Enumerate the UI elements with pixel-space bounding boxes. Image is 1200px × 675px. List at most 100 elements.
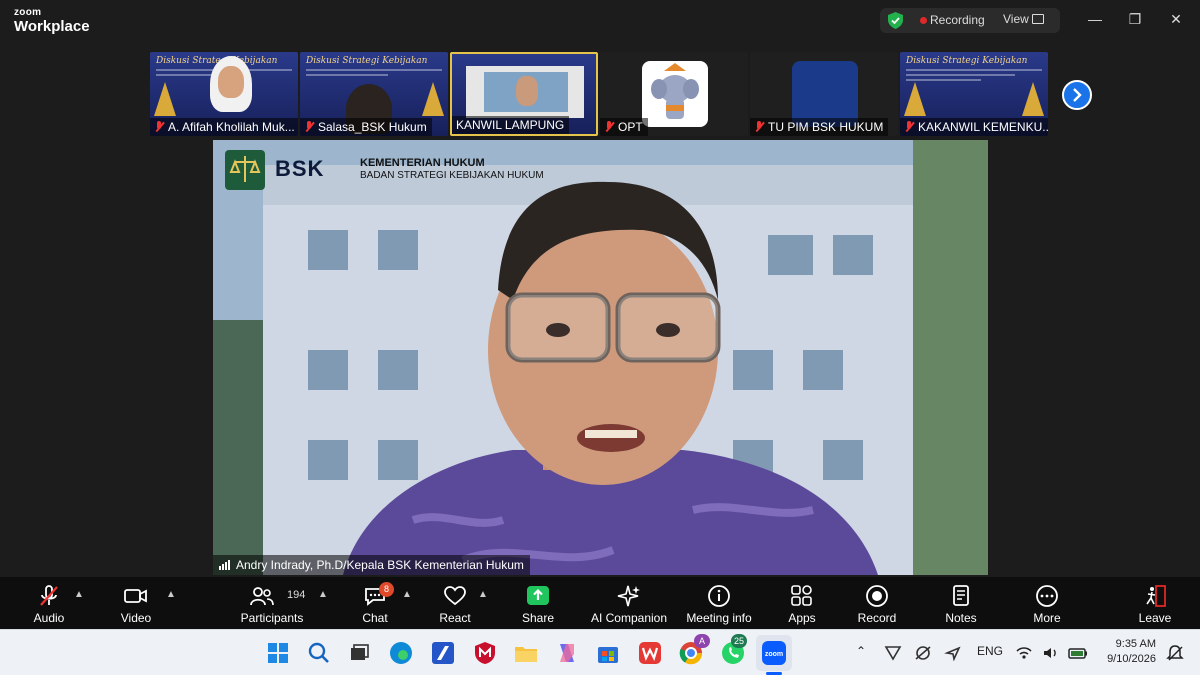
minimize-icon[interactable]: —: [1083, 9, 1107, 29]
windows-start-icon[interactable]: [265, 640, 291, 666]
audio-options-caret-icon[interactable]: ▲: [74, 589, 84, 600]
more-label: More: [1033, 611, 1061, 625]
notes-button[interactable]: Notes: [936, 577, 986, 629]
close-icon[interactable]: ✕: [1164, 9, 1188, 29]
editor-app-icon[interactable]: [430, 640, 456, 666]
shield-check-icon[interactable]: [888, 12, 903, 29]
participant-tile[interactable]: TU PIM BSK HUKUM: [750, 52, 898, 136]
whatsapp-unread-badge: 25: [731, 634, 747, 648]
participant-tile-active[interactable]: KANWIL LAMPUNG: [450, 52, 598, 136]
recording-status[interactable]: Recording: [930, 13, 985, 27]
signal-strength-icon: [219, 560, 230, 570]
title-bar: zoom Workplace Recording View — ❐ ✕: [0, 0, 1200, 42]
preview-face: [516, 76, 538, 106]
mic-muted-icon: [304, 121, 314, 133]
speaker-nameplate: Andry Indrady, Ph.D/Kepala BSK Kementeri…: [213, 555, 530, 575]
participant-tile[interactable]: Diskusi Strategi Kebijakan A. Afifah Kho…: [150, 52, 298, 136]
participants-options-caret-icon[interactable]: ▲: [318, 589, 328, 600]
mic-muted-icon: [40, 585, 58, 606]
more-icon: [1036, 585, 1058, 607]
participant-name-text: OPT: [618, 120, 643, 134]
speaker-name: Andry Indrady, Ph.D/Kepala BSK Kementeri…: [236, 558, 524, 572]
speaker-video-frame: [213, 140, 988, 575]
notifications-icon[interactable]: [1166, 644, 1184, 662]
more-button[interactable]: More: [1022, 577, 1072, 629]
participant-tile[interactable]: Diskusi Strategi Kebijakan Salasa_BSK Hu…: [300, 52, 448, 136]
ai-companion-button[interactable]: AI Companion: [586, 577, 672, 629]
participants-count: 194: [287, 589, 306, 601]
copilot-icon[interactable]: [554, 640, 580, 666]
participant-name: KAKANWIL KEMENKU...: [900, 118, 1048, 136]
apps-button[interactable]: Apps: [778, 577, 826, 629]
network-disconnected-icon[interactable]: [914, 645, 932, 661]
participants-label: Participants: [240, 611, 304, 625]
task-view-icon[interactable]: [346, 640, 372, 666]
shared-screen-preview: [466, 66, 584, 118]
restore-icon[interactable]: ❐: [1123, 9, 1147, 29]
react-label: React: [439, 611, 471, 625]
leave-button[interactable]: Leave: [1130, 577, 1180, 629]
react-button[interactable]: React: [430, 577, 480, 629]
participant-name-text: Salasa_BSK Hukum: [318, 120, 427, 134]
mcafee-shield-icon[interactable]: [472, 640, 498, 666]
participant-avatar: [642, 61, 708, 127]
active-speaker-video[interactable]: BSK KEMENTERIAN HUKUM BADAN STRATEGI KEB…: [213, 140, 988, 575]
mic-muted-icon: [604, 121, 614, 133]
participant-name-text: A. Afifah Kholilah Muk...: [168, 120, 295, 134]
participant-name-text: TU PIM BSK HUKUM: [768, 120, 884, 134]
participant-tile[interactable]: OPT: [600, 52, 748, 136]
file-explorer-icon[interactable]: [513, 640, 539, 666]
ministry-emblem: [225, 150, 265, 190]
sparkle-icon: [617, 585, 640, 607]
chat-label: Chat: [362, 611, 388, 625]
react-options-caret-icon[interactable]: ▲: [478, 589, 488, 600]
record-label: Record: [857, 611, 897, 625]
volume-icon[interactable]: [1042, 645, 1060, 661]
chat-options-caret-icon[interactable]: ▲: [402, 589, 412, 600]
wifi-icon[interactable]: [1015, 645, 1033, 661]
info-icon: [708, 585, 730, 607]
zoom-app-icon[interactable]: zoom: [761, 640, 787, 666]
video-button[interactable]: Video: [106, 577, 166, 629]
recording-dot-icon: [920, 17, 927, 24]
record-icon: [866, 585, 888, 607]
video-options-caret-icon[interactable]: ▲: [166, 589, 176, 600]
video-label: Video: [120, 611, 152, 625]
participants-button[interactable]: Participants: [236, 577, 308, 629]
meeting-info-label: Meeting info: [686, 611, 752, 625]
edge-browser-icon[interactable]: [388, 640, 414, 666]
clock-time: 9:35 AM: [1115, 638, 1156, 650]
brand-bottom: Workplace: [14, 18, 90, 35]
record-button[interactable]: Record: [852, 577, 902, 629]
brand-top: zoom: [14, 7, 42, 18]
grid-view-icon[interactable]: [1032, 14, 1044, 24]
apps-label: Apps: [788, 611, 816, 625]
participant-name: Salasa_BSK Hukum: [300, 118, 432, 136]
ornament-icon: [904, 82, 926, 116]
wps-office-icon[interactable]: [637, 640, 663, 666]
view-button[interactable]: View: [1003, 12, 1029, 26]
leave-door-icon: [1146, 585, 1166, 607]
audio-button[interactable]: Audio: [18, 577, 80, 629]
language-indicator[interactable]: ENG: [977, 644, 1003, 658]
heart-icon: [444, 586, 466, 606]
tray-app-icon[interactable]: [884, 645, 902, 661]
video-camera-icon: [124, 589, 147, 603]
background-title: KEMENTERIAN HUKUM: [360, 157, 485, 169]
share-button[interactable]: Share: [512, 577, 564, 629]
leave-label: Leave: [1138, 611, 1172, 625]
participant-face: [218, 66, 244, 98]
ornament-icon: [1022, 82, 1044, 116]
ornament-icon: [422, 82, 444, 116]
mic-muted-icon: [754, 121, 764, 133]
meeting-info-button[interactable]: Meeting info: [682, 577, 756, 629]
share-screen-icon: [527, 586, 549, 605]
system-clock[interactable]: 9:35 AM 9/10/2026: [1107, 637, 1156, 667]
participant-tile[interactable]: Diskusi Strategi Kebijakan KAKANWIL KEME…: [900, 52, 1048, 136]
location-icon[interactable]: [944, 645, 962, 661]
show-hidden-icons-chevron-icon[interactable]: ⌃: [856, 644, 866, 658]
search-icon[interactable]: [306, 640, 332, 666]
battery-charging-icon[interactable]: [1068, 645, 1088, 661]
store-icon[interactable]: [595, 640, 621, 666]
next-page-button[interactable]: [1062, 80, 1092, 110]
